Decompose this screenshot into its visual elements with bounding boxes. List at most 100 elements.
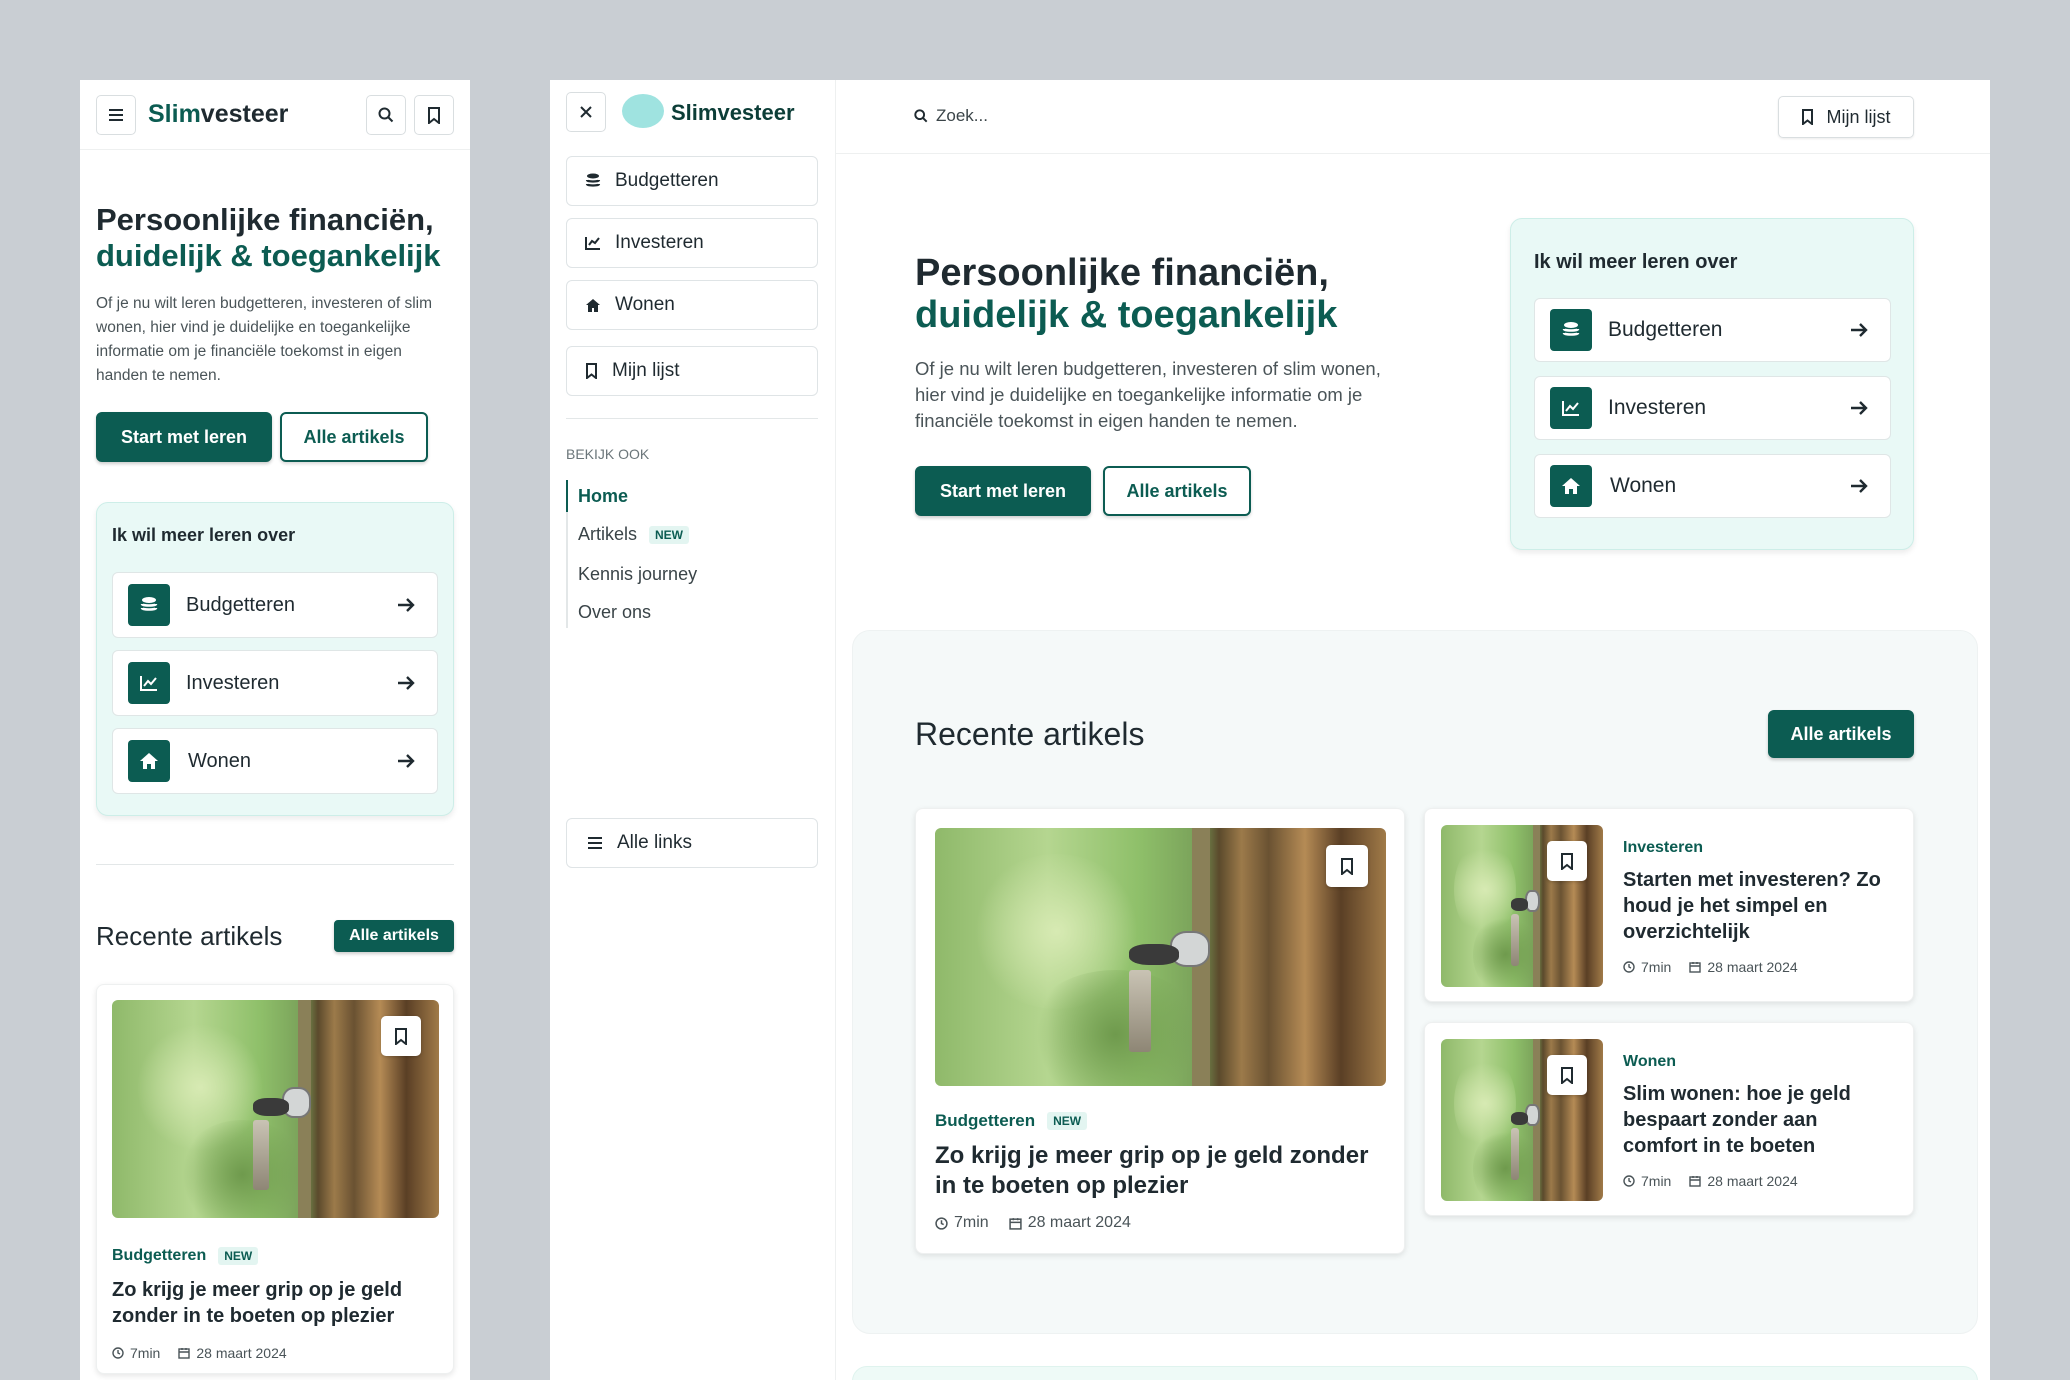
article-title: Zo krijg je meer grip op je geld zonder …	[935, 1142, 1369, 1199]
featured-article-card[interactable]: Budgetteren NEW Zo krijg je meer grip op…	[915, 808, 1405, 1254]
clock-icon	[112, 1347, 124, 1359]
publish-date: 28 maart 2024	[1027, 1214, 1131, 1231]
sidebar-link-kennis-journey[interactable]: Kennis journey	[578, 564, 697, 585]
sidebar-item-investeren[interactable]: Investeren	[566, 218, 818, 268]
article-category: Budgetteren	[935, 1111, 1036, 1130]
sidebar-logo-text[interactable]: Slimvesteer	[671, 100, 795, 126]
article-title: Starten met investeren? Zo houd je het s…	[1623, 869, 1881, 943]
bookmark-icon	[1341, 857, 1353, 875]
chart-icon	[585, 237, 600, 250]
arrow-right-icon	[1851, 479, 1868, 493]
article-meta: 7min 28 maart 2024	[1623, 1173, 1798, 1189]
bookmark-icon	[1561, 852, 1573, 870]
side-article-card-investeren[interactable]: Investeren Starten met investeren? Zo ho…	[1424, 808, 1914, 1002]
sidebar-item-mijn-lijst[interactable]: Mijn lijst	[566, 346, 818, 396]
topics-heading: Ik wil meer leren over	[112, 525, 296, 545]
list-icon	[588, 837, 602, 849]
chart-icon	[128, 662, 170, 704]
topic-label: Budgetteren	[186, 593, 295, 616]
recent-all-articles-button[interactable]: Alle artikels	[1768, 710, 1914, 758]
start-learning-button[interactable]: Start met leren	[96, 412, 272, 462]
see-also-heading: BEKIJK OOK	[566, 446, 650, 462]
coins-icon	[585, 173, 601, 187]
read-time: 7min	[1641, 959, 1672, 975]
topic-row-investeren[interactable]: Investeren	[1534, 376, 1891, 440]
coins-icon	[1550, 309, 1592, 351]
side-article-card-wonen[interactable]: Wonen Slim wonen: hoe je geld bespaart z…	[1424, 1022, 1914, 1216]
all-links-button[interactable]: Alle links	[566, 818, 818, 868]
bookmark-icon	[1802, 109, 1814, 125]
home-icon	[586, 298, 600, 312]
all-articles-button[interactable]: Alle artikels	[280, 412, 428, 462]
my-list-label: Mijn lijst	[1826, 106, 1891, 127]
search-icon	[378, 107, 394, 123]
bookmark-button[interactable]	[381, 1016, 421, 1056]
hero-title-line2: duidelijk & toegankelijk	[915, 294, 1338, 336]
mobile-frame: Slimvesteer Persoonlijke financiën, duid…	[80, 80, 470, 1380]
divider	[96, 864, 454, 865]
recent-heading: Recente artikels	[915, 716, 1145, 752]
bookmark-button[interactable]	[414, 95, 454, 135]
calendar-icon	[1689, 962, 1702, 973]
home-icon	[128, 740, 170, 782]
hero-title-line1: Persoonlijke financiën,	[96, 202, 434, 237]
start-learning-button[interactable]: Start met leren	[915, 466, 1091, 516]
topic-row-budgetteren[interactable]: Budgetteren	[1534, 298, 1891, 362]
mobile-topics-card: Ik wil meer leren over Budgetteren Inves…	[96, 502, 454, 816]
clock-icon	[935, 1216, 948, 1230]
topic-row-wonen[interactable]: Wonen	[112, 728, 438, 794]
publish-date: 28 maart 2024	[1707, 959, 1798, 975]
menu-button[interactable]	[96, 95, 136, 135]
sidebar-link-over-ons[interactable]: Over ons	[578, 602, 651, 623]
chart-icon	[1550, 387, 1592, 429]
article-meta: 7min 28 maart 2024	[935, 1214, 1131, 1232]
article-category-row: Budgetteren NEW	[112, 1247, 259, 1265]
article-meta: 7min 28 maart 2024	[1623, 959, 1798, 975]
search-button[interactable]	[366, 95, 406, 135]
bookmark-icon	[1561, 1066, 1573, 1084]
desktop-hero-title: Persoonlijke financiën, duidelijk & toeg…	[915, 252, 1337, 336]
calendar-icon	[1689, 1176, 1702, 1187]
article-category: Wonen	[1623, 1053, 1677, 1070]
piggy-logo-icon	[622, 94, 664, 128]
sidebar-item-wonen[interactable]: Wonen	[566, 280, 818, 330]
my-list-button[interactable]: Mijn lijst	[1778, 96, 1914, 138]
topic-row-wonen[interactable]: Wonen	[1534, 454, 1891, 518]
publish-date: 28 maart 2024	[196, 1345, 287, 1361]
sidebar-item-label: Wonen	[615, 294, 675, 315]
hero-title-line2: duidelijk & toegankelijk	[96, 238, 441, 273]
bookmark-icon	[586, 363, 597, 379]
bookmark-button[interactable]	[1547, 1055, 1587, 1095]
topics-heading: Ik wil meer leren over	[1534, 251, 1738, 273]
sidebar-link-artikels[interactable]: Artikels NEW	[578, 524, 690, 545]
topic-label: Investeren	[186, 671, 280, 694]
topic-label: Wonen	[188, 749, 252, 772]
close-sidebar-button[interactable]	[566, 92, 606, 132]
bookmark-icon	[395, 1027, 407, 1045]
mobile-hero-body: Of je nu wilt leren budgetteren, investe…	[96, 295, 433, 384]
topic-label: Wonen	[1610, 474, 1677, 497]
mobile-all-articles-button[interactable]: Alle artikels	[334, 920, 454, 952]
sidebar-item-label: Budgetteren	[615, 170, 719, 191]
article-image	[935, 828, 1386, 1086]
sidebar-item-label: Investeren	[615, 232, 704, 253]
article-category-row: Budgetteren NEW	[935, 1111, 1088, 1131]
mobile-header: Slimvesteer	[80, 80, 470, 150]
search-field[interactable]: Zoek...	[914, 106, 988, 126]
article-category: Investeren	[1623, 839, 1704, 856]
sidebar-item-budgetteren[interactable]: Budgetteren	[566, 156, 818, 206]
all-articles-button[interactable]: Alle artikels	[1103, 466, 1251, 516]
topic-row-investeren[interactable]: Investeren	[112, 650, 438, 716]
arrow-right-icon	[398, 754, 415, 768]
arrow-right-icon	[398, 598, 415, 612]
new-badge: NEW	[1047, 1112, 1088, 1130]
calendar-icon	[1009, 1217, 1022, 1230]
logo-text[interactable]: Slimvesteer	[148, 100, 288, 129]
sidebar-link-home[interactable]: Home	[578, 486, 628, 507]
topic-row-budgetteren[interactable]: Budgetteren	[112, 572, 438, 638]
bookmark-button[interactable]	[1547, 841, 1587, 881]
home-icon	[1550, 465, 1592, 507]
mobile-featured-article[interactable]: Budgetteren NEW Zo krijg je meer grip op…	[96, 984, 454, 1374]
article-title: Zo krijg je meer grip op je geld zonder …	[112, 1279, 403, 1327]
bookmark-button[interactable]	[1326, 845, 1368, 887]
